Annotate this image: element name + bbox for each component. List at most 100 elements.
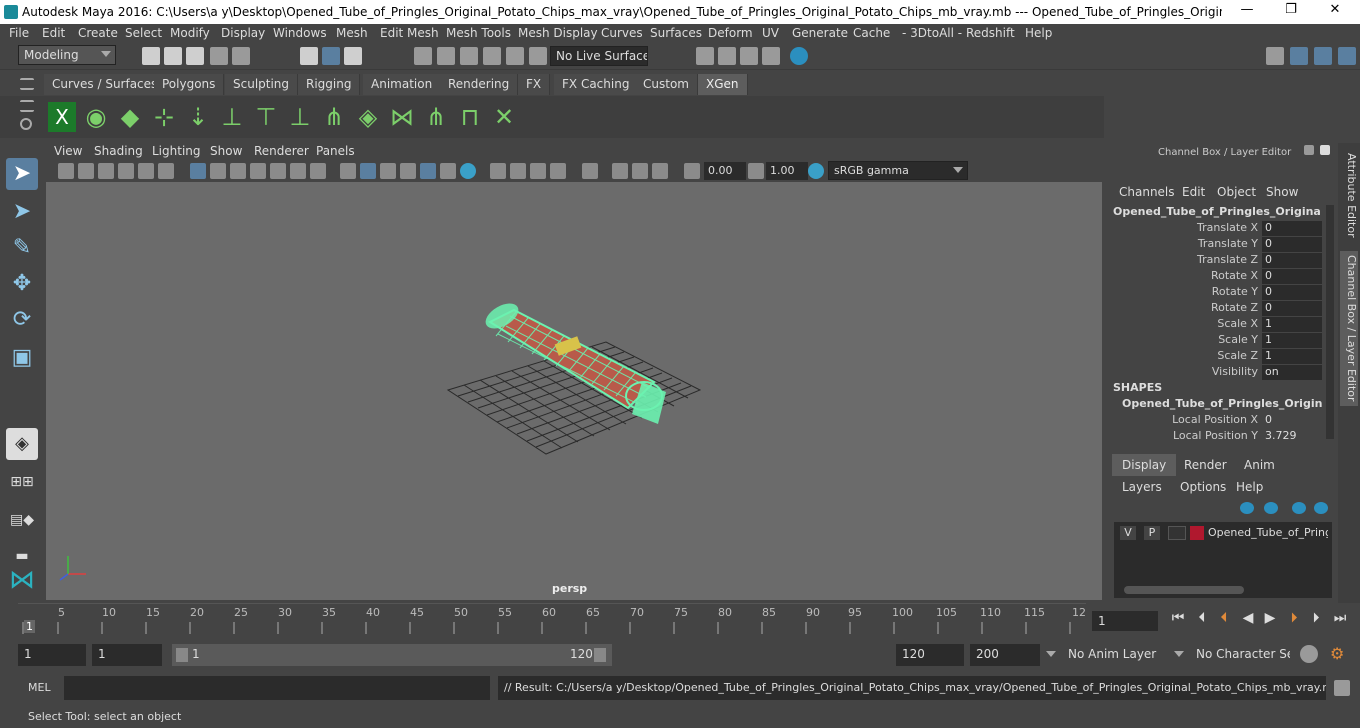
exposure-icon[interactable]: [684, 163, 700, 179]
paint-select-tool-icon[interactable]: ✎: [6, 232, 38, 264]
cb-menu-show[interactable]: Show: [1266, 185, 1298, 199]
anim-layer-chevron-down-icon[interactable]: [1046, 651, 1056, 657]
save-scene-icon[interactable]: [186, 47, 204, 65]
toggle-outliner-icon[interactable]: [1290, 47, 1308, 65]
xray-icon[interactable]: [612, 163, 628, 179]
channel-box-tab[interactable]: Channel Box / Layer Editor: [1340, 251, 1358, 406]
snap-view-icon[interactable]: [483, 47, 501, 65]
screen-space-ao-icon[interactable]: [490, 163, 506, 179]
layer-visibility-toggle[interactable]: V: [1120, 526, 1136, 540]
float-panel-icon[interactable]: [1304, 145, 1314, 155]
lights-icon[interactable]: [440, 163, 456, 179]
cb-menu-edit[interactable]: Edit: [1182, 185, 1205, 199]
exposure-field[interactable]: 0.00: [704, 162, 746, 180]
menu-display[interactable]: Display: [221, 26, 265, 40]
menu-mesh-tools[interactable]: Mesh Tools: [446, 26, 511, 40]
playback-end-field[interactable]: 120: [896, 644, 964, 666]
snap-point-icon[interactable]: [460, 47, 478, 65]
smooth-shade-icon[interactable]: [360, 163, 376, 179]
tab-fx-caching[interactable]: FX Caching: [554, 74, 639, 95]
tab-animation[interactable]: Animation: [363, 74, 442, 95]
attr-value[interactable]: 1: [1262, 349, 1322, 364]
new-layer-selected-icon[interactable]: [1314, 502, 1328, 514]
four-view-layout-icon[interactable]: ⊞⊞: [6, 466, 38, 498]
pringles-tube-model[interactable]: [481, 298, 666, 424]
menu-create[interactable]: Create: [78, 26, 118, 40]
minimize-button[interactable]: —: [1232, 2, 1262, 22]
layer-list-scrollbar[interactable]: [1124, 586, 1244, 594]
new-layer-icon[interactable]: [1292, 502, 1306, 514]
snap-surface-icon[interactable]: [506, 47, 524, 65]
command-language-label[interactable]: MEL: [28, 681, 51, 694]
attr-value[interactable]: 1: [1262, 317, 1322, 332]
cb-menu-object[interactable]: Object: [1217, 185, 1256, 199]
tab-sculpting[interactable]: Sculpting: [225, 74, 299, 95]
scale-tool-icon[interactable]: ▣: [6, 342, 38, 374]
menu-uv[interactable]: UV: [762, 26, 779, 40]
menu-curves[interactable]: Curves: [601, 26, 643, 40]
outliner-layout-icon[interactable]: ▤◆: [6, 504, 38, 536]
menu-mesh[interactable]: Mesh: [336, 26, 368, 40]
grid-toggle-icon[interactable]: [190, 163, 206, 179]
animation-end-field[interactable]: 200: [970, 644, 1040, 666]
layer-tab-display[interactable]: Display: [1112, 454, 1177, 476]
grease-pencil-icon[interactable]: [158, 163, 174, 179]
step-forward-frame-icon[interactable]: ⏵: [1308, 610, 1324, 626]
cb-menu-channels[interactable]: Channels: [1119, 185, 1175, 199]
move-layer-down-icon[interactable]: [1264, 502, 1278, 514]
range-end-handle[interactable]: [594, 648, 606, 662]
layer-color-swatch[interactable]: [1190, 526, 1204, 540]
go-to-end-icon[interactable]: ⏭: [1332, 610, 1348, 626]
move-layer-up-icon[interactable]: [1240, 502, 1254, 514]
tab-xgen[interactable]: XGen: [698, 74, 748, 95]
toggle-channel-box-icon[interactable]: [1338, 47, 1356, 65]
render-settings-icon[interactable]: [762, 47, 780, 65]
snap-live-icon[interactable]: [529, 47, 547, 65]
camera-icon[interactable]: [58, 163, 74, 179]
command-input[interactable]: [64, 676, 490, 700]
tab-rigging[interactable]: Rigging: [298, 74, 361, 95]
menu-redshift[interactable]: Redshift: [966, 26, 1015, 40]
layer-menu-layers[interactable]: Layers: [1122, 480, 1162, 494]
panel-menu-lighting[interactable]: Lighting: [152, 144, 201, 158]
menu-file[interactable]: File: [9, 26, 29, 40]
menu-windows[interactable]: Windows: [273, 26, 327, 40]
layer-type-toggle[interactable]: [1168, 526, 1186, 540]
tab-rendering[interactable]: Rendering: [440, 74, 519, 95]
range-start-handle[interactable]: [176, 648, 188, 662]
film-gate-icon[interactable]: [210, 163, 226, 179]
toggle-attribute-editor-icon[interactable]: [1314, 47, 1332, 65]
xgen-add-guide-icon[interactable]: ⊹: [150, 102, 178, 132]
xgen-cut-icon[interactable]: ⊓: [456, 102, 484, 132]
range-slider[interactable]: 1 120: [172, 644, 612, 666]
menu-cache[interactable]: Cache: [853, 26, 890, 40]
attr-value[interactable]: 0: [1262, 237, 1322, 252]
perspective-viewport[interactable]: persp: [46, 182, 1102, 600]
menu-edit-mesh[interactable]: Edit Mesh: [380, 26, 439, 40]
anim-layer-select[interactable]: No Anim Layer: [1062, 644, 1162, 666]
layer-tab-anim[interactable]: Anim: [1234, 454, 1285, 476]
layer-name[interactable]: Opened_Tube_of_Pringl: [1208, 526, 1328, 539]
selected-object-name[interactable]: Opened_Tube_of_Pringles_Original_P...: [1113, 205, 1321, 218]
xgen-create-description-icon[interactable]: ◆: [116, 102, 144, 132]
safe-action-icon[interactable]: [290, 163, 306, 179]
motion-blur-icon[interactable]: [510, 163, 526, 179]
menu-generate[interactable]: Generate: [792, 26, 848, 40]
redo-icon[interactable]: [232, 47, 250, 65]
undo-icon[interactable]: [210, 47, 228, 65]
layer-menu-options[interactable]: Options: [1180, 480, 1226, 494]
playback-start-field[interactable]: 1: [92, 644, 162, 666]
move-tool-icon[interactable]: ✥: [6, 268, 38, 300]
single-perspective-layout-icon[interactable]: ◈: [6, 428, 38, 460]
panel-menu-view[interactable]: View: [54, 144, 82, 158]
xgen-bend-icon[interactable]: ⋈: [388, 102, 416, 132]
image-plane-icon[interactable]: [118, 163, 134, 179]
attr-value[interactable]: 3.729: [1262, 429, 1322, 444]
menu-3dtoall[interactable]: - 3DtoAll -: [902, 26, 962, 40]
xgen-lock-guide-icon[interactable]: ⊥: [286, 102, 314, 132]
shape-node-name[interactable]: Opened_Tube_of_Pringles_Original_...: [1122, 397, 1322, 410]
tab-curves-surfaces[interactable]: Curves / Surfaces: [44, 74, 167, 95]
hypershade-icon[interactable]: [790, 47, 808, 65]
attribute-editor-tab[interactable]: Attribute Editor: [1340, 149, 1358, 242]
rotate-tool-icon[interactable]: ⟳: [6, 304, 38, 336]
